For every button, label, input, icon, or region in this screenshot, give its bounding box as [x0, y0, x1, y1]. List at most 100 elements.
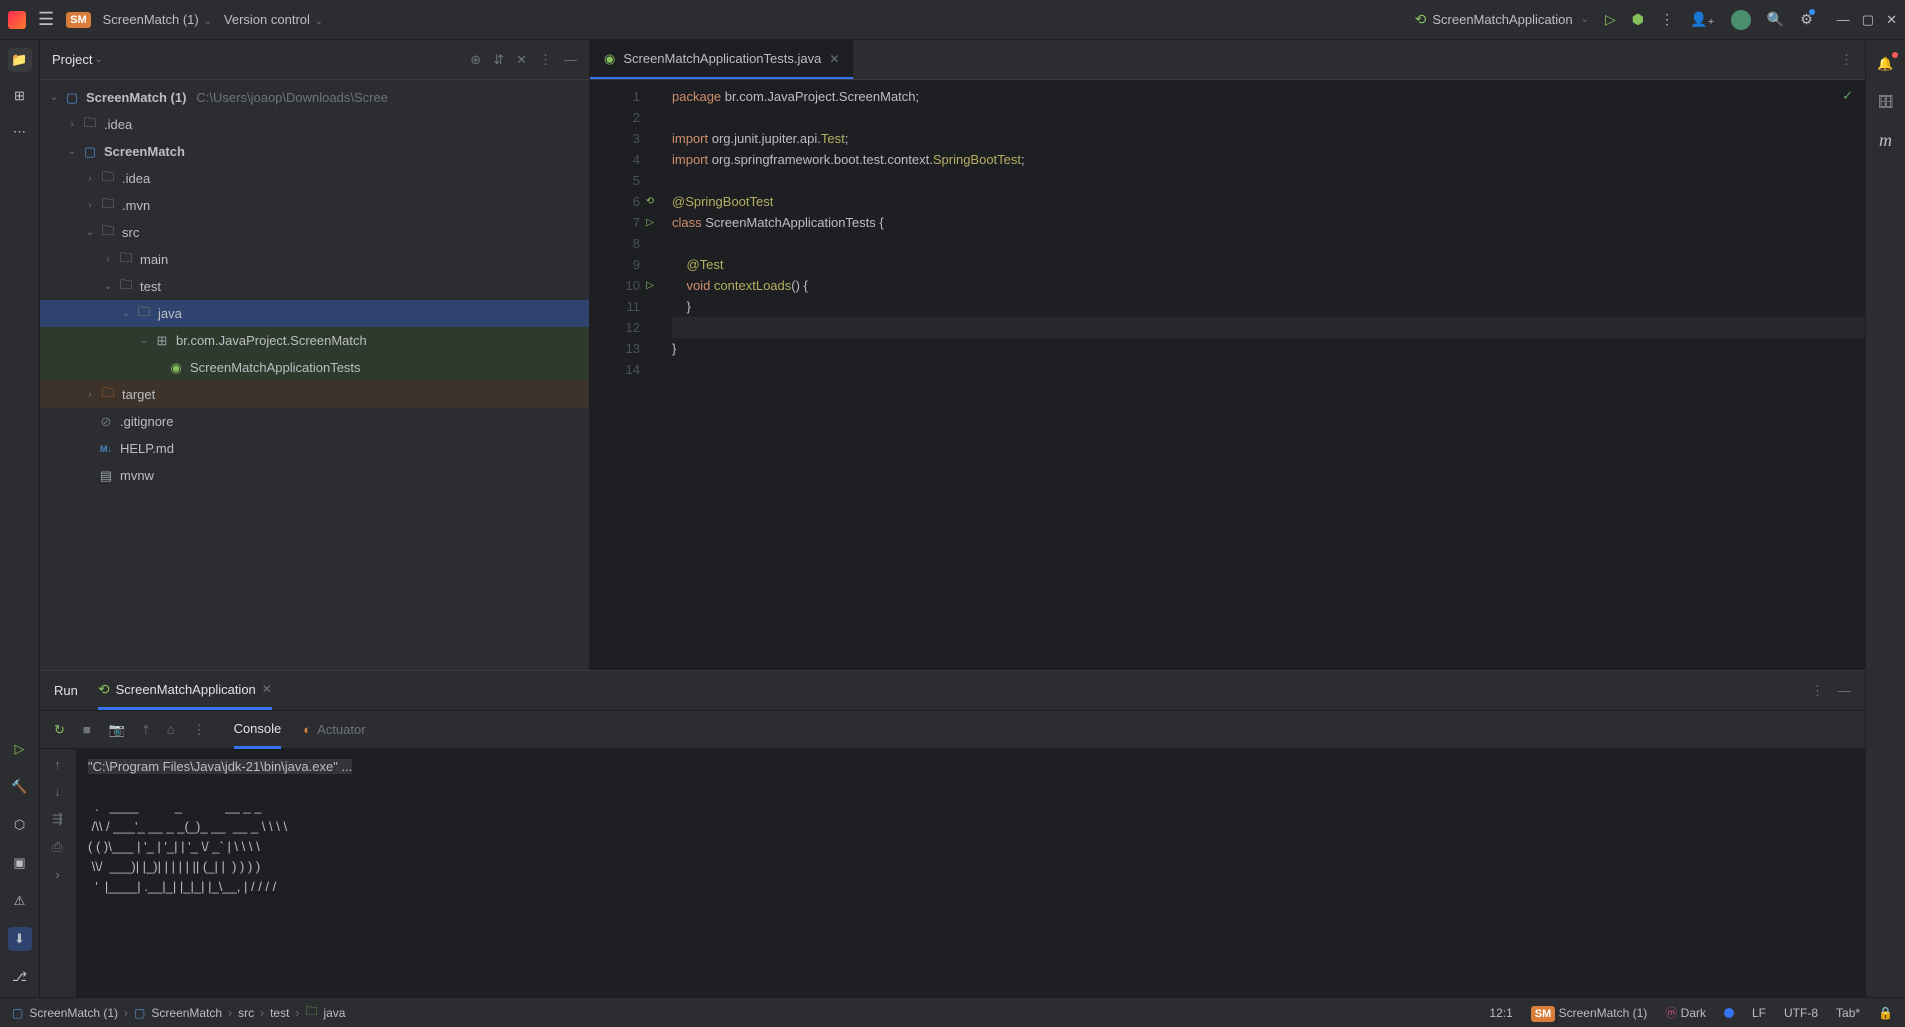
console-output[interactable]: "C:\Program Files\Java\jdk-21\bin\java.e…	[76, 749, 1865, 997]
print-icon[interactable]: ⎙	[52, 839, 62, 855]
editor-gutter: 1 2 3 4 5 6⟲ 7▷ 8 9 10▷ 11 12 13 14	[590, 80, 660, 670]
close-run-tab-icon[interactable]: ✕	[262, 682, 272, 696]
sync-indicator[interactable]	[1724, 1008, 1734, 1018]
hide-run-icon[interactable]: —	[1838, 683, 1851, 699]
indent-indicator[interactable]: Tab*	[1836, 1006, 1860, 1020]
notifications-icon[interactable]: 🔔	[1874, 52, 1898, 76]
maven-icon[interactable]: m	[1874, 128, 1898, 152]
run-config-tab[interactable]: ⟲ ScreenMatchApplication ✕	[98, 671, 272, 710]
chevron-down-icon[interactable]: ⌄	[94, 54, 102, 65]
services-tool-icon[interactable]: ⬡	[8, 813, 32, 837]
more-tool-icon[interactable]: ⋯	[8, 120, 32, 144]
right-tool-rail: 🔔 🗄 m	[1865, 40, 1905, 997]
scroll-down-icon[interactable]: ↓	[54, 784, 61, 799]
more-run-icon[interactable]: ⋮	[193, 722, 206, 738]
tree-item-mvnw[interactable]: ▤ mvnw	[40, 462, 589, 489]
maximize-button[interactable]: ▢	[1862, 12, 1874, 28]
build-tool-icon[interactable]: 🔨	[8, 775, 32, 799]
run-options-icon[interactable]: ⋮	[1811, 683, 1824, 699]
project-panel: Project ⌄ ⊕ ⇵ ✕ ⋮ — ⌄▢ ScreenMatch (1) C…	[40, 40, 590, 670]
run-config-dropdown[interactable]: ⟲ ScreenMatchApplication ⌄	[1415, 11, 1589, 28]
tree-item-module[interactable]: ⌄▢ ScreenMatch	[40, 138, 589, 165]
branch-indicator[interactable]: ScreenMatch (1)	[1559, 1006, 1648, 1020]
readonly-icon[interactable]: 🔒	[1878, 1006, 1893, 1020]
run-tool-icon[interactable]: ▷	[8, 737, 32, 761]
exit-icon[interactable]: ⤒	[143, 722, 149, 738]
editor-tab[interactable]: ◉ ScreenMatchApplicationTests.java ✕	[590, 40, 853, 79]
tree-item-target[interactable]: ›🗀 target	[40, 381, 589, 408]
tree-item-test[interactable]: ⌄🗀 test	[40, 273, 589, 300]
run-tool-window: Run ⟲ ScreenMatchApplication ✕ ⋮ — ↻ ■ 📷…	[40, 670, 1865, 997]
scroll-up-icon[interactable]: ↑	[54, 757, 61, 772]
app-icon	[8, 11, 26, 29]
dependencies-tool-icon[interactable]: ⬇	[8, 927, 32, 951]
project-name-dropdown[interactable]: ScreenMatch (1) ⌄	[103, 12, 212, 27]
inspection-ok-icon[interactable]: ✓	[1842, 88, 1853, 104]
titlebar: ☰ SM ScreenMatch (1) ⌄ Version control ⌄…	[0, 0, 1905, 40]
structure-tool-icon[interactable]: ⊞	[8, 84, 32, 108]
vcs-tool-icon[interactable]: ⎇	[8, 965, 32, 989]
console-toolbar: ↑ ↓ ⇶ ⎙ ›	[40, 749, 76, 997]
expand-console-icon[interactable]: ›	[55, 867, 59, 882]
tree-item-java[interactable]: ⌄🗀 java	[40, 300, 589, 327]
stop-icon[interactable]: ■	[83, 722, 91, 737]
cursor-position[interactable]: 12:1	[1489, 1006, 1512, 1020]
code-editor[interactable]: 1 2 3 4 5 6⟲ 7▷ 8 9 10▷ 11 12 13 14	[590, 80, 1865, 670]
tree-root[interactable]: ⌄▢ ScreenMatch (1) C:\Users\joaop\Downlo…	[40, 84, 589, 111]
debug-button[interactable]: ⬢	[1632, 11, 1644, 28]
tree-item-idea[interactable]: ›🗀 .idea	[40, 111, 589, 138]
problems-tool-icon[interactable]: ⚠	[8, 889, 32, 913]
spring-test-icon: ◉	[604, 51, 615, 67]
tree-item-src[interactable]: ⌄🗀 src	[40, 219, 589, 246]
line-separator[interactable]: LF	[1752, 1006, 1766, 1020]
soft-wrap-icon[interactable]: ⇶	[52, 811, 63, 827]
tree-item-test-class[interactable]: ◉ ScreenMatchApplicationTests	[40, 354, 589, 381]
tree-item-mvn[interactable]: ›🗀 .mvn	[40, 192, 589, 219]
collaborate-icon[interactable]: 👤₊	[1690, 11, 1715, 28]
tree-item-help[interactable]: M↓ HELP.md	[40, 435, 589, 462]
project-tree[interactable]: ⌄▢ ScreenMatch (1) C:\Users\joaop\Downlo…	[40, 80, 589, 670]
locate-icon[interactable]: ⊕	[470, 52, 481, 68]
tree-item-gitignore[interactable]: ⊘ .gitignore	[40, 408, 589, 435]
collapse-icon[interactable]: ✕	[516, 52, 527, 68]
console-tab[interactable]: Console	[234, 711, 282, 749]
actuator-tab[interactable]: ◐ Actuator	[303, 711, 365, 749]
hide-panel-icon[interactable]: —	[564, 52, 577, 68]
left-tool-rail: 📁 ⊞ ⋯ ▷ 🔨 ⬡ ▣ ⚠ ⬇ ⎇	[0, 40, 40, 997]
breadcrumb[interactable]: ▢ScreenMatch (1) › ▢ScreenMatch ›src ›te…	[12, 1002, 345, 1023]
snapshot-icon[interactable]: 📷	[109, 722, 125, 738]
expand-icon[interactable]: ⇵	[493, 52, 504, 68]
actuator-icon: ◐	[303, 722, 311, 737]
project-panel-title[interactable]: Project	[52, 52, 92, 67]
layout-icon[interactable]: ⌂	[167, 722, 175, 737]
run-gutter-icon[interactable]: ▷	[646, 275, 654, 296]
run-label: Run	[54, 683, 78, 698]
tree-item-main[interactable]: ›🗀 main	[40, 246, 589, 273]
close-tab-icon[interactable]: ✕	[829, 52, 839, 66]
run-gutter-icon[interactable]: ⟲	[646, 191, 654, 212]
status-bar: ▢ScreenMatch (1) › ▢ScreenMatch ›src ›te…	[0, 997, 1905, 1027]
run-gutter-icon[interactable]: ▷	[646, 212, 654, 233]
project-tool-icon[interactable]: 📁	[8, 48, 32, 72]
tree-options-icon[interactable]: ⋮	[539, 52, 552, 68]
rerun-icon[interactable]: ↻	[54, 722, 65, 738]
spring-icon: ⟲	[1415, 11, 1427, 28]
main-menu-icon[interactable]: ☰	[38, 9, 54, 30]
more-actions-icon[interactable]: ⋮	[1660, 11, 1674, 28]
terminal-tool-icon[interactable]: ▣	[8, 851, 32, 875]
editor-panel: ◉ ScreenMatchApplicationTests.java ✕ ⋮ 1…	[590, 40, 1865, 670]
editor-tab-bar: ◉ ScreenMatchApplicationTests.java ✕ ⋮	[590, 40, 1865, 80]
user-avatar[interactable]	[1731, 10, 1751, 30]
tree-item-idea2[interactable]: ›🗀 .idea	[40, 165, 589, 192]
tree-item-package[interactable]: ⌄⊞ br.com.JavaProject.ScreenMatch	[40, 327, 589, 354]
encoding-indicator[interactable]: UTF-8	[1784, 1006, 1818, 1020]
version-control-dropdown[interactable]: Version control ⌄	[224, 12, 323, 27]
editor-options-icon[interactable]: ⋮	[1840, 52, 1853, 68]
run-button[interactable]: ▷	[1605, 11, 1616, 28]
close-button[interactable]: ✕	[1886, 12, 1897, 28]
database-icon[interactable]: 🗄	[1874, 90, 1898, 114]
minimize-button[interactable]: —	[1837, 12, 1850, 28]
settings-icon[interactable]: ⚙	[1800, 11, 1813, 28]
theme-indicator[interactable]: ⓜ Dark	[1665, 1004, 1706, 1021]
search-icon[interactable]: 🔍	[1767, 11, 1784, 28]
